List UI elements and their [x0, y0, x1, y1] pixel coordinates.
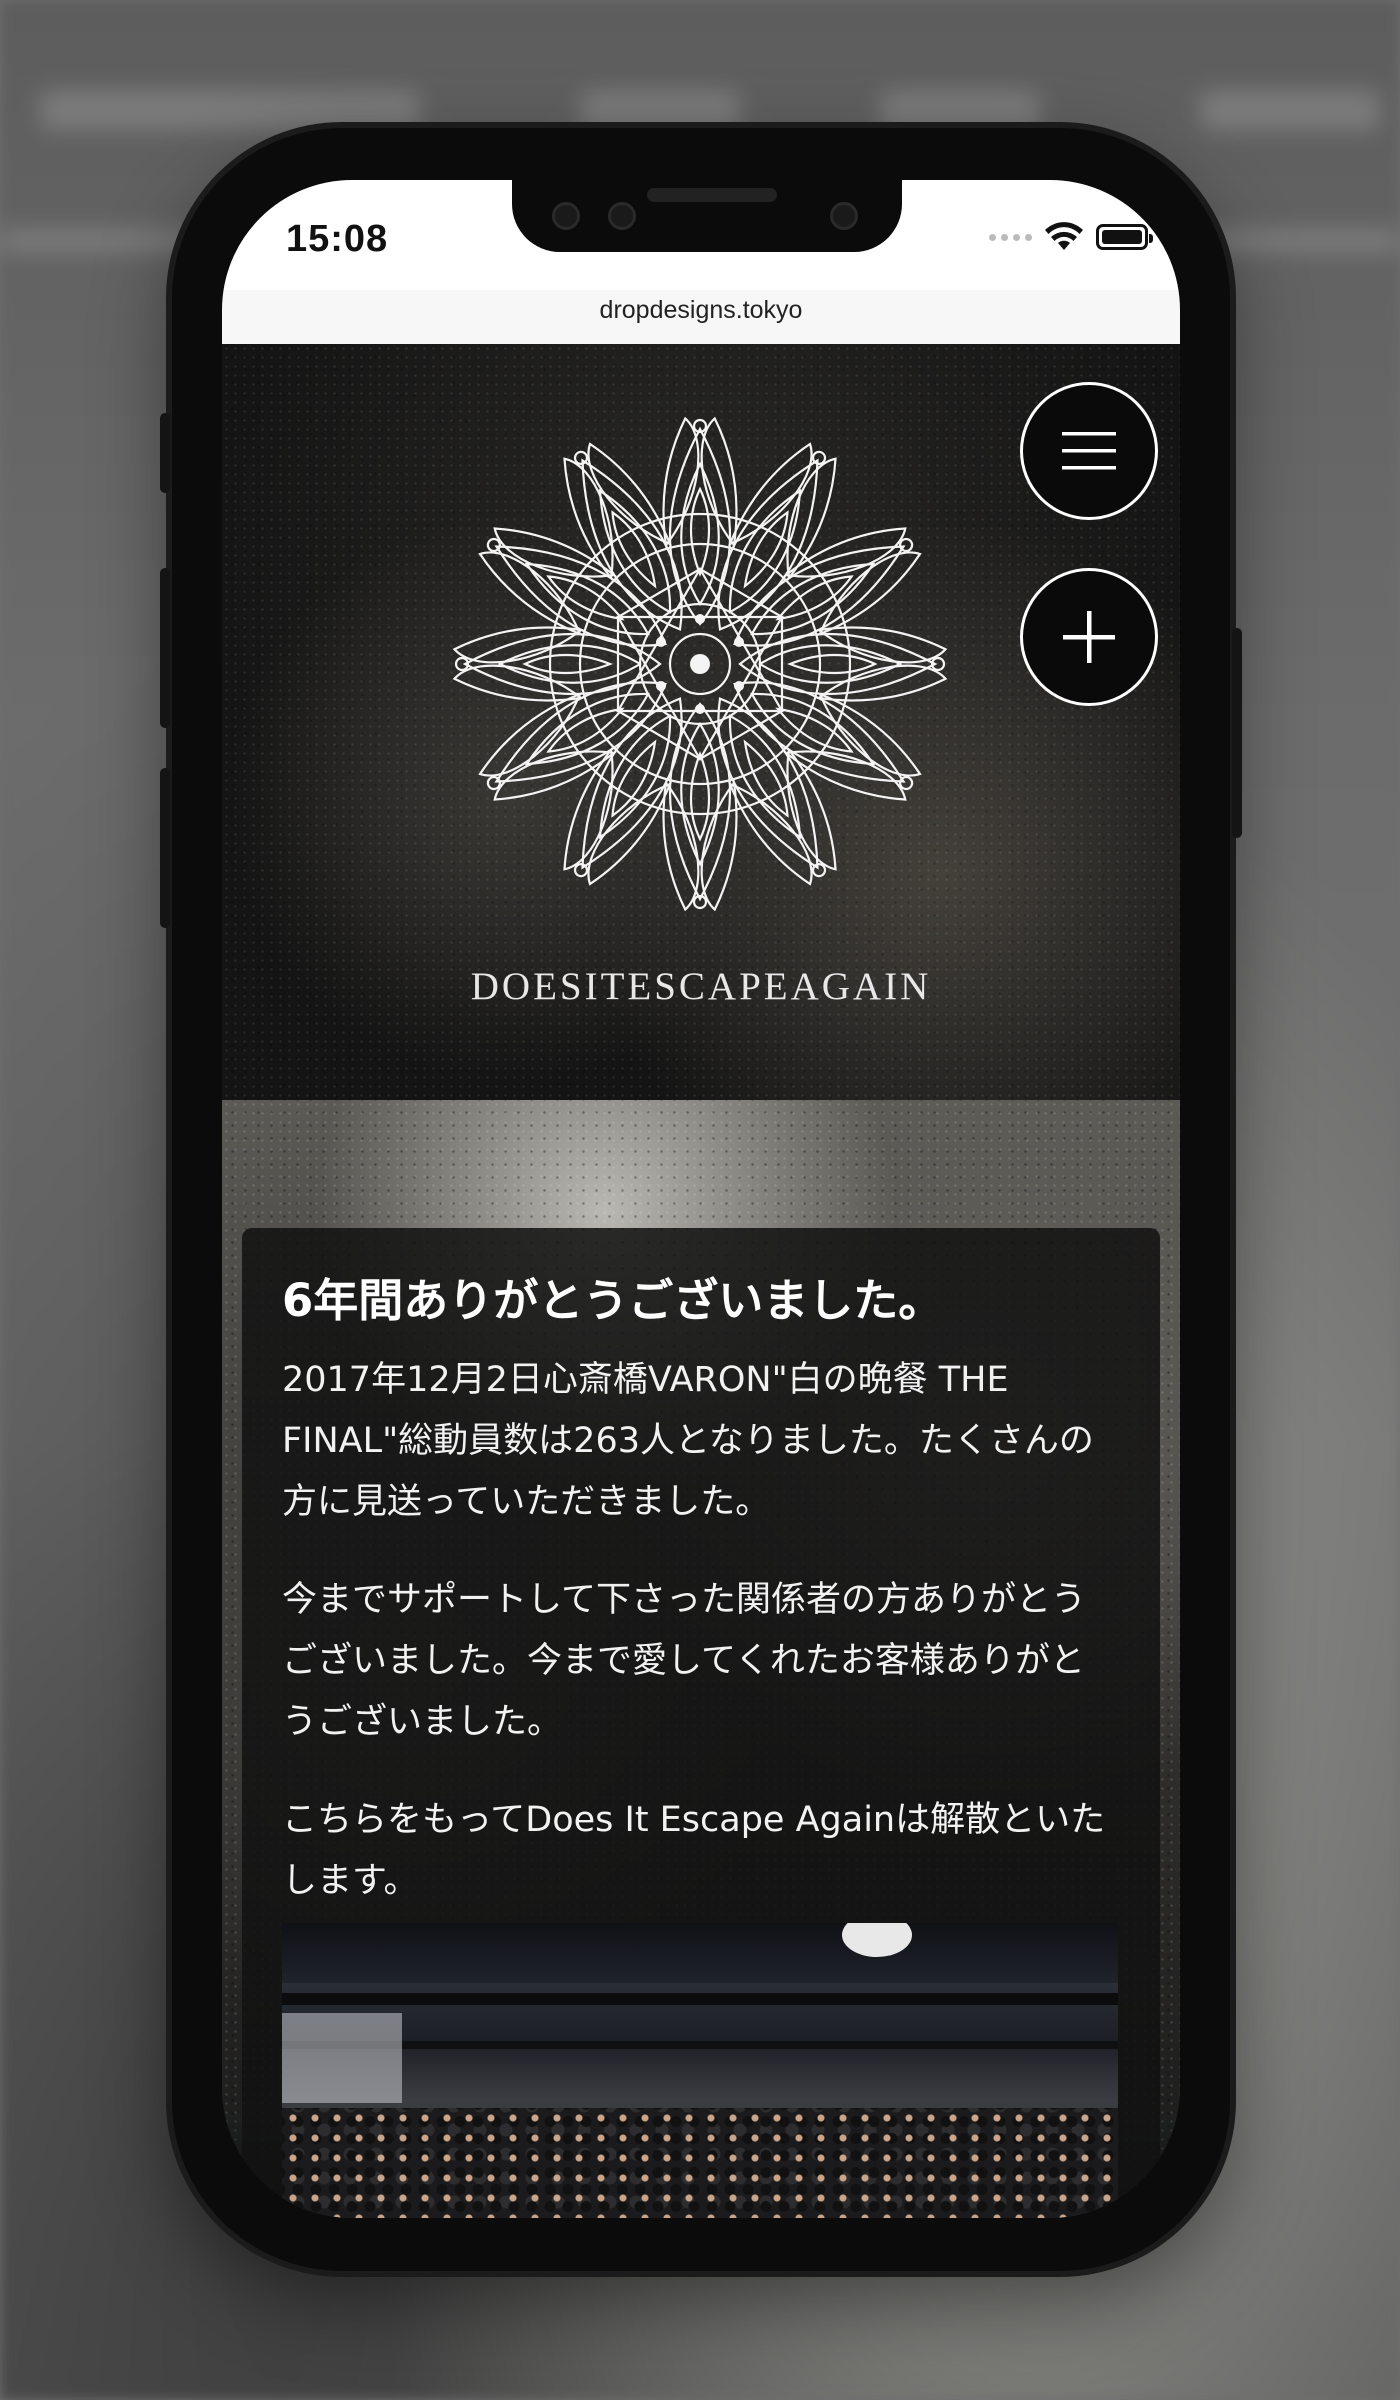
concert-photo: [282, 1923, 1118, 2218]
phone-screen: 15:08 dropdesigns.tokyo DOESITESCAPEAGAI…: [222, 180, 1180, 2218]
post-body: 2017年12月2日心斎橋VARON"白の晩餐 THE FINAL"総動員数は2…: [282, 1350, 1112, 1949]
band-emblem-logo: [440, 404, 960, 924]
battery-icon: [1096, 224, 1153, 250]
band-name-title: DOESITESCAPEAGAIN: [470, 965, 932, 1008]
hamburger-menu-icon: [1062, 432, 1116, 470]
menu-button[interactable]: [1020, 382, 1158, 520]
signal-icon: [989, 233, 1032, 241]
wifi-icon: [1045, 222, 1083, 250]
post-title: 6年間ありがとうございました。: [282, 1274, 944, 1327]
browser-url-bar[interactable]: dropdesigns.tokyo: [222, 290, 1180, 344]
plus-icon: [1063, 611, 1115, 663]
phone-frame: 15:08 dropdesigns.tokyo DOESITESCAPEAGAI…: [160, 128, 1242, 2271]
plus-button[interactable]: [1020, 568, 1158, 706]
status-time: 15:08: [286, 218, 389, 260]
phone-notch: [512, 180, 902, 252]
post-paragraph: こちらをもってDoes It Escape Againは解散といたします。: [282, 1800, 1106, 1901]
news-post-card: 6年間ありがとうございました。 2017年12月2日心斎橋VARON"白の晩餐 …: [242, 1228, 1160, 2218]
post-paragraph: 2017年12月2日心斎橋VARON"白の晩餐 THE FINAL"総動員数は2…: [282, 1360, 1094, 1522]
post-paragraph: 今までサポートして下さった関係者の方ありがとうございました。今まで愛してくれたお…: [282, 1580, 1086, 1742]
